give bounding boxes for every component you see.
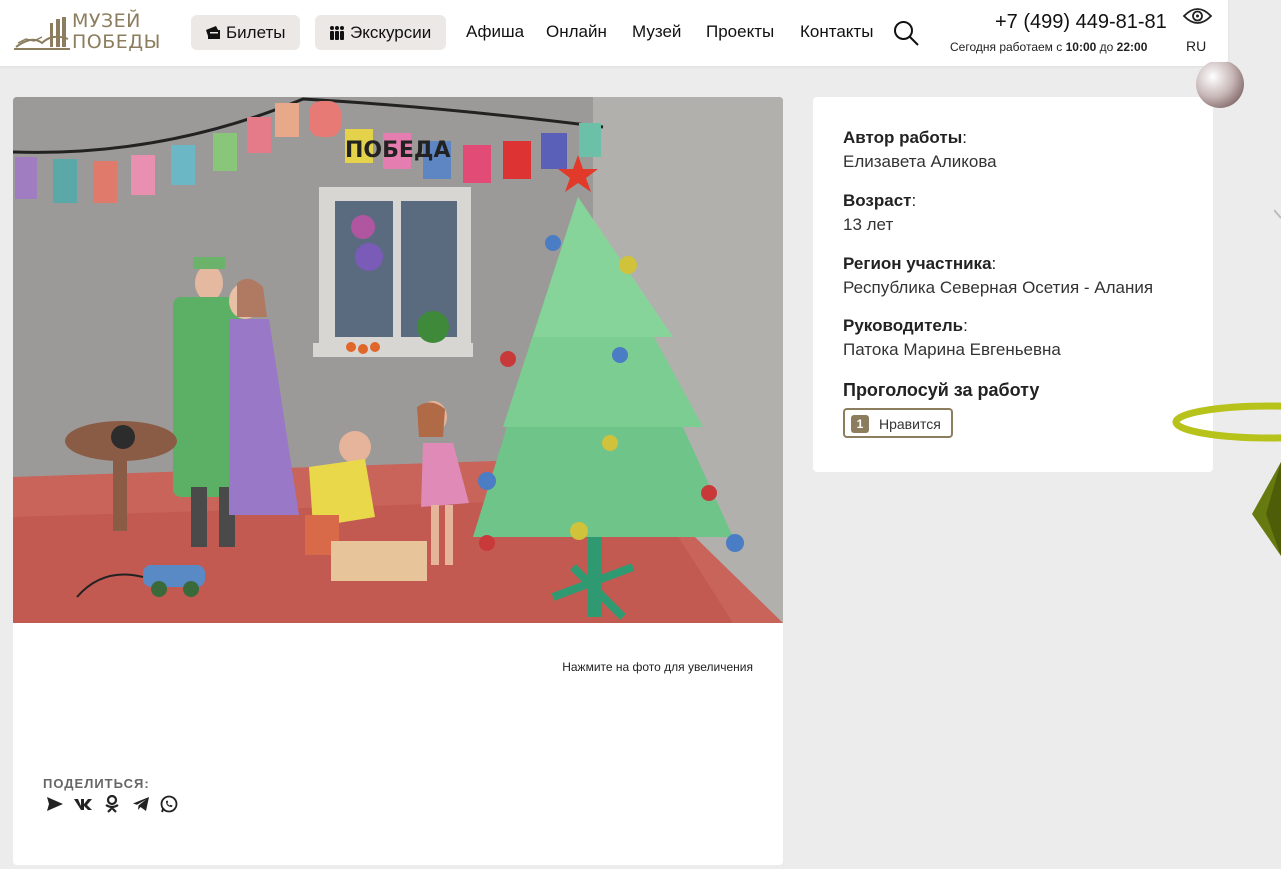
vote-title: Проголосуй за работу <box>843 380 1040 400</box>
phone-number[interactable]: +7 (499) 449-81-81 <box>995 11 1167 34</box>
artwork-info-card: Автор работы: Елизавета Аликова Возраст:… <box>813 97 1213 472</box>
nav-item-online[interactable]: Онлайн <box>546 22 607 42</box>
age-field: Возраст: 13 лет <box>843 191 917 234</box>
tickets-button[interactable]: Билеты <box>191 15 300 50</box>
crystal-decoration <box>1252 462 1281 556</box>
nav-item-contacts[interactable]: Контакты <box>800 22 873 42</box>
supervisor-field: Руководитель: Патока Марина Евгеньевна <box>843 316 1061 359</box>
like-count: 1 <box>851 415 869 433</box>
nav-item-projects[interactable]: Проекты <box>706 22 774 42</box>
author-value: Елизавета Аликова <box>843 152 997 171</box>
tickets-label: Билеты <box>226 23 286 42</box>
region-label: Регион участника <box>843 254 992 273</box>
language-switcher[interactable]: RU <box>1186 38 1206 54</box>
artwork-painting: ПОБЕДА <box>13 97 783 623</box>
whatsapp-icon[interactable] <box>159 794 179 814</box>
supervisor-label: Руководитель <box>843 316 964 335</box>
site-header: Музей Победы Билеты Экскурсии Афиша Онла… <box>0 0 1228 66</box>
search-icon[interactable] <box>893 20 919 46</box>
logo-text: Музей Победы <box>72 10 161 53</box>
eye-icon[interactable] <box>1182 6 1213 26</box>
supervisor-value: Патока Марина Евгеньевна <box>843 340 1061 359</box>
ornament-ball-decoration <box>1196 62 1244 108</box>
tours-button[interactable]: Экскурсии <box>315 15 446 50</box>
odnoklassniki-icon[interactable] <box>102 794 122 814</box>
opening-hours: Сегодня работаем с 10:00 до 22:00 <box>950 40 1148 54</box>
logo-arch-icon <box>14 17 70 50</box>
ticket-icon <box>205 18 221 53</box>
author-field: Автор работы: Елизавета Аликова <box>843 128 997 171</box>
nav-item-museum[interactable]: Музей <box>632 22 681 42</box>
nav-item-afisha[interactable]: Афиша <box>466 22 524 42</box>
group-icon <box>329 18 345 53</box>
zoom-hint: Нажмите на фото для увеличения <box>562 660 753 674</box>
museum-logo[interactable]: Музей Победы <box>12 10 160 56</box>
author-label: Автор работы <box>843 128 963 147</box>
artwork-image[interactable]: ПОБЕДА <box>13 97 783 623</box>
region-value: Республика Северная Осетия - Алания <box>843 278 1154 297</box>
like-label: Нравится <box>879 416 941 432</box>
artwork-card: ПОБЕДА Нажмите на фото для увеличения ПО… <box>13 97 783 865</box>
age-value: 13 лет <box>843 215 894 234</box>
send-icon[interactable] <box>45 794 65 814</box>
age-label: Возраст <box>843 191 912 210</box>
region-field: Регион участника: Республика Северная Ос… <box>843 254 1154 297</box>
tours-label: Экскурсии <box>350 23 432 42</box>
telegram-icon[interactable] <box>131 794 151 814</box>
edge-decoration <box>1274 209 1281 219</box>
banner-text: ПОБЕДА <box>345 138 451 163</box>
share-label: ПОДЕЛИТЬСЯ: <box>43 776 150 791</box>
ring-decoration <box>1172 402 1281 442</box>
like-button[interactable]: 1 Нравится <box>843 408 953 438</box>
vk-icon[interactable] <box>73 794 93 814</box>
